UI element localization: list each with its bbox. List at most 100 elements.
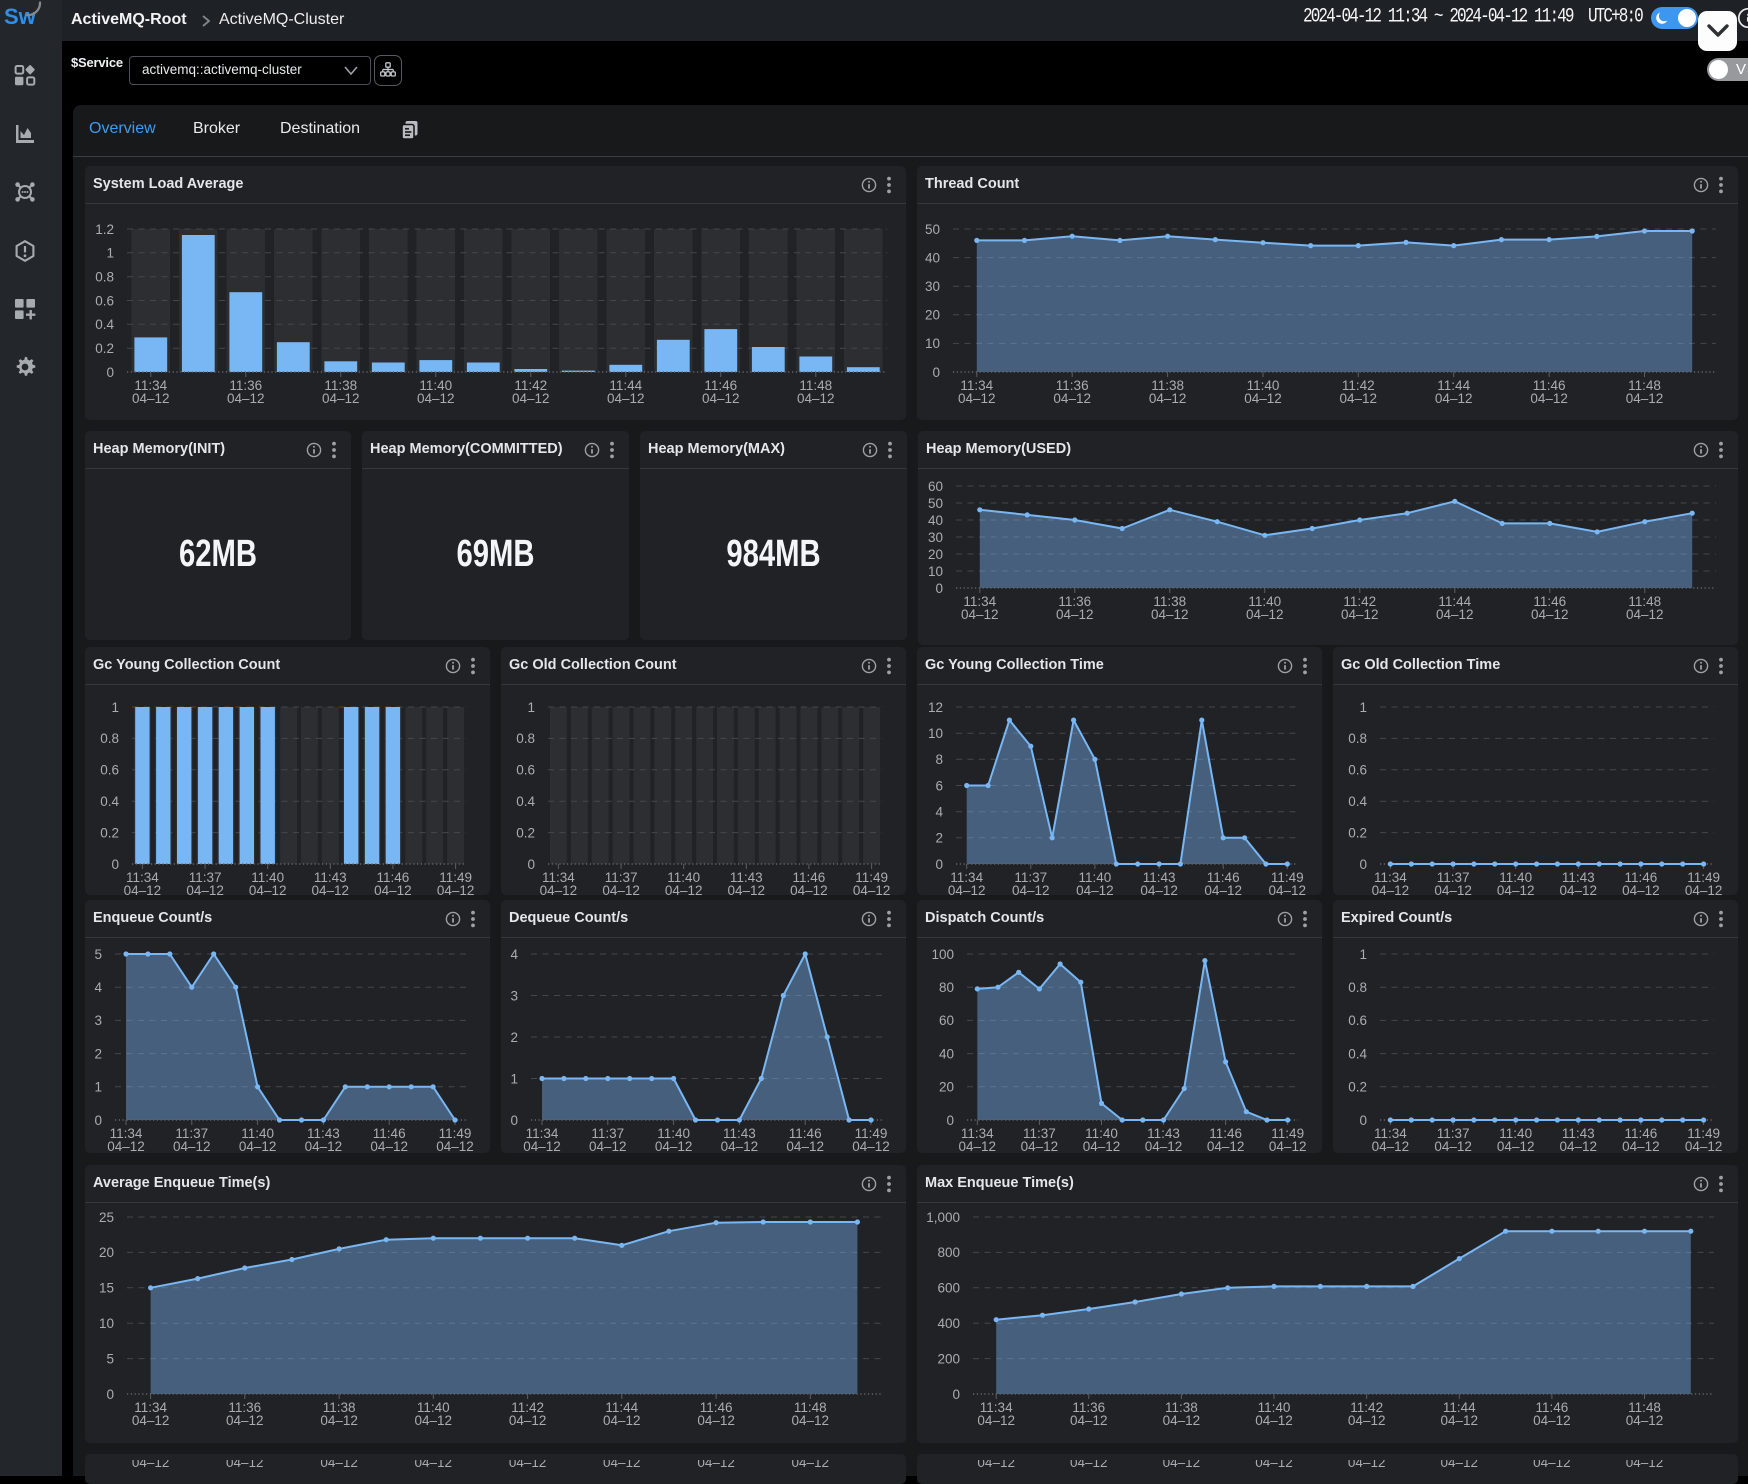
svg-text:100: 100 [931, 947, 954, 962]
svg-text:5: 5 [106, 1351, 114, 1366]
svg-text:30: 30 [928, 530, 943, 545]
svg-text:04–12: 04–12 [1497, 1139, 1535, 1153]
svg-text:04–12: 04–12 [132, 1413, 170, 1428]
svg-text:2: 2 [935, 831, 943, 846]
svg-text:400: 400 [937, 1316, 960, 1331]
svg-text:20: 20 [928, 547, 943, 562]
svg-text:04–12: 04–12 [1560, 1139, 1598, 1153]
svg-text:04–12: 04–12 [1533, 1413, 1571, 1428]
svg-text:04–12: 04–12 [607, 391, 645, 406]
svg-text:04–12: 04–12 [1372, 883, 1410, 895]
svg-text:04–12: 04–12 [1246, 607, 1284, 622]
svg-text:0.4: 0.4 [1348, 1046, 1367, 1061]
svg-text:04–12: 04–12 [1149, 391, 1187, 406]
svg-text:04–12: 04–12 [1269, 1139, 1307, 1153]
svg-text:40: 40 [928, 513, 943, 528]
svg-text:2: 2 [94, 1046, 102, 1061]
svg-text:04–12: 04–12 [1622, 1139, 1660, 1153]
svg-text:04–12: 04–12 [1204, 883, 1242, 895]
svg-text:0.2: 0.2 [95, 341, 114, 356]
svg-text:04–12: 04–12 [786, 1139, 824, 1153]
svg-text:04–12: 04–12 [1626, 391, 1664, 406]
svg-text:04–12: 04–12 [1255, 1413, 1293, 1428]
svg-text:04–12: 04–12 [603, 1413, 641, 1428]
svg-text:04–12: 04–12 [1434, 883, 1472, 895]
svg-text:1: 1 [527, 700, 535, 715]
svg-text:04–12: 04–12 [589, 1139, 627, 1153]
svg-text:04–12: 04–12 [697, 1413, 735, 1428]
svg-text:04–12: 04–12 [107, 1139, 145, 1153]
svg-text:04–12: 04–12 [509, 1413, 547, 1428]
svg-text:04–12: 04–12 [132, 391, 170, 406]
svg-text:04–12: 04–12 [249, 883, 287, 895]
svg-text:0.8: 0.8 [1348, 731, 1367, 746]
svg-text:04–12: 04–12 [665, 883, 703, 895]
svg-text:30: 30 [925, 279, 940, 294]
svg-text:0: 0 [106, 1387, 114, 1402]
svg-text:04–12: 04–12 [1531, 607, 1569, 622]
svg-text:0.4: 0.4 [95, 317, 114, 332]
svg-text:0.4: 0.4 [1348, 794, 1367, 809]
svg-text:04–12: 04–12 [1348, 1413, 1386, 1428]
svg-text:15: 15 [99, 1281, 114, 1296]
svg-text:800: 800 [937, 1245, 960, 1260]
svg-text:0.2: 0.2 [1348, 825, 1367, 840]
svg-text:0.2: 0.2 [516, 825, 535, 840]
svg-text:04–12: 04–12 [239, 1139, 277, 1153]
svg-text:0.2: 0.2 [1348, 1080, 1367, 1095]
svg-text:04–12: 04–12 [227, 391, 265, 406]
svg-text:0: 0 [932, 365, 940, 380]
svg-text:0.8: 0.8 [516, 731, 535, 746]
svg-text:04–12: 04–12 [1530, 391, 1568, 406]
svg-text:04–12: 04–12 [1076, 883, 1114, 895]
svg-text:0: 0 [1359, 857, 1367, 872]
svg-text:04–12: 04–12 [186, 883, 224, 895]
svg-text:04–12: 04–12 [226, 1413, 264, 1428]
svg-text:04–12: 04–12 [417, 391, 455, 406]
svg-text:04–12: 04–12 [1053, 391, 1091, 406]
svg-text:04–12: 04–12 [853, 883, 891, 895]
svg-text:1: 1 [510, 1071, 518, 1086]
svg-text:04–12: 04–12 [602, 883, 640, 895]
svg-text:50: 50 [928, 496, 943, 511]
svg-text:1,000: 1,000 [926, 1210, 960, 1225]
svg-text:60: 60 [928, 479, 943, 494]
svg-text:10: 10 [99, 1316, 114, 1331]
svg-text:8: 8 [935, 752, 943, 767]
svg-text:0: 0 [1359, 1113, 1367, 1128]
svg-text:0.6: 0.6 [516, 763, 535, 778]
svg-text:0.4: 0.4 [100, 794, 119, 809]
svg-text:04–12: 04–12 [1626, 607, 1664, 622]
svg-text:04–12: 04–12 [1056, 607, 1094, 622]
svg-text:04–12: 04–12 [1244, 391, 1282, 406]
svg-text:04–12: 04–12 [959, 1139, 997, 1153]
svg-text:04–12: 04–12 [1012, 883, 1050, 895]
svg-text:0.8: 0.8 [100, 731, 119, 746]
svg-text:04–12: 04–12 [792, 1413, 830, 1428]
svg-text:04–12: 04–12 [1269, 883, 1307, 895]
svg-text:10: 10 [925, 336, 940, 351]
svg-text:10: 10 [928, 726, 943, 741]
svg-text:50: 50 [925, 222, 940, 237]
svg-text:0.8: 0.8 [1348, 980, 1367, 995]
svg-text:04–12: 04–12 [415, 1413, 453, 1428]
svg-text:04–12: 04–12 [312, 883, 350, 895]
svg-text:04–12: 04–12 [961, 607, 999, 622]
svg-text:0: 0 [946, 1113, 954, 1128]
svg-text:04–12: 04–12 [702, 391, 740, 406]
svg-text:04–12: 04–12 [948, 883, 986, 895]
svg-text:04–12: 04–12 [1685, 883, 1723, 895]
svg-text:04–12: 04–12 [1070, 1413, 1108, 1428]
svg-text:2: 2 [510, 1030, 518, 1045]
svg-text:04–12: 04–12 [540, 883, 578, 895]
svg-text:0.6: 0.6 [1348, 763, 1367, 778]
svg-text:04–12: 04–12 [977, 1413, 1015, 1428]
svg-text:3: 3 [94, 1013, 102, 1028]
svg-text:4: 4 [510, 947, 518, 962]
svg-text:04–12: 04–12 [523, 1139, 561, 1153]
svg-text:10: 10 [928, 564, 943, 579]
svg-text:600: 600 [937, 1281, 960, 1296]
svg-text:5: 5 [94, 947, 102, 962]
svg-text:04–12: 04–12 [1622, 883, 1660, 895]
svg-text:04–12: 04–12 [512, 391, 550, 406]
